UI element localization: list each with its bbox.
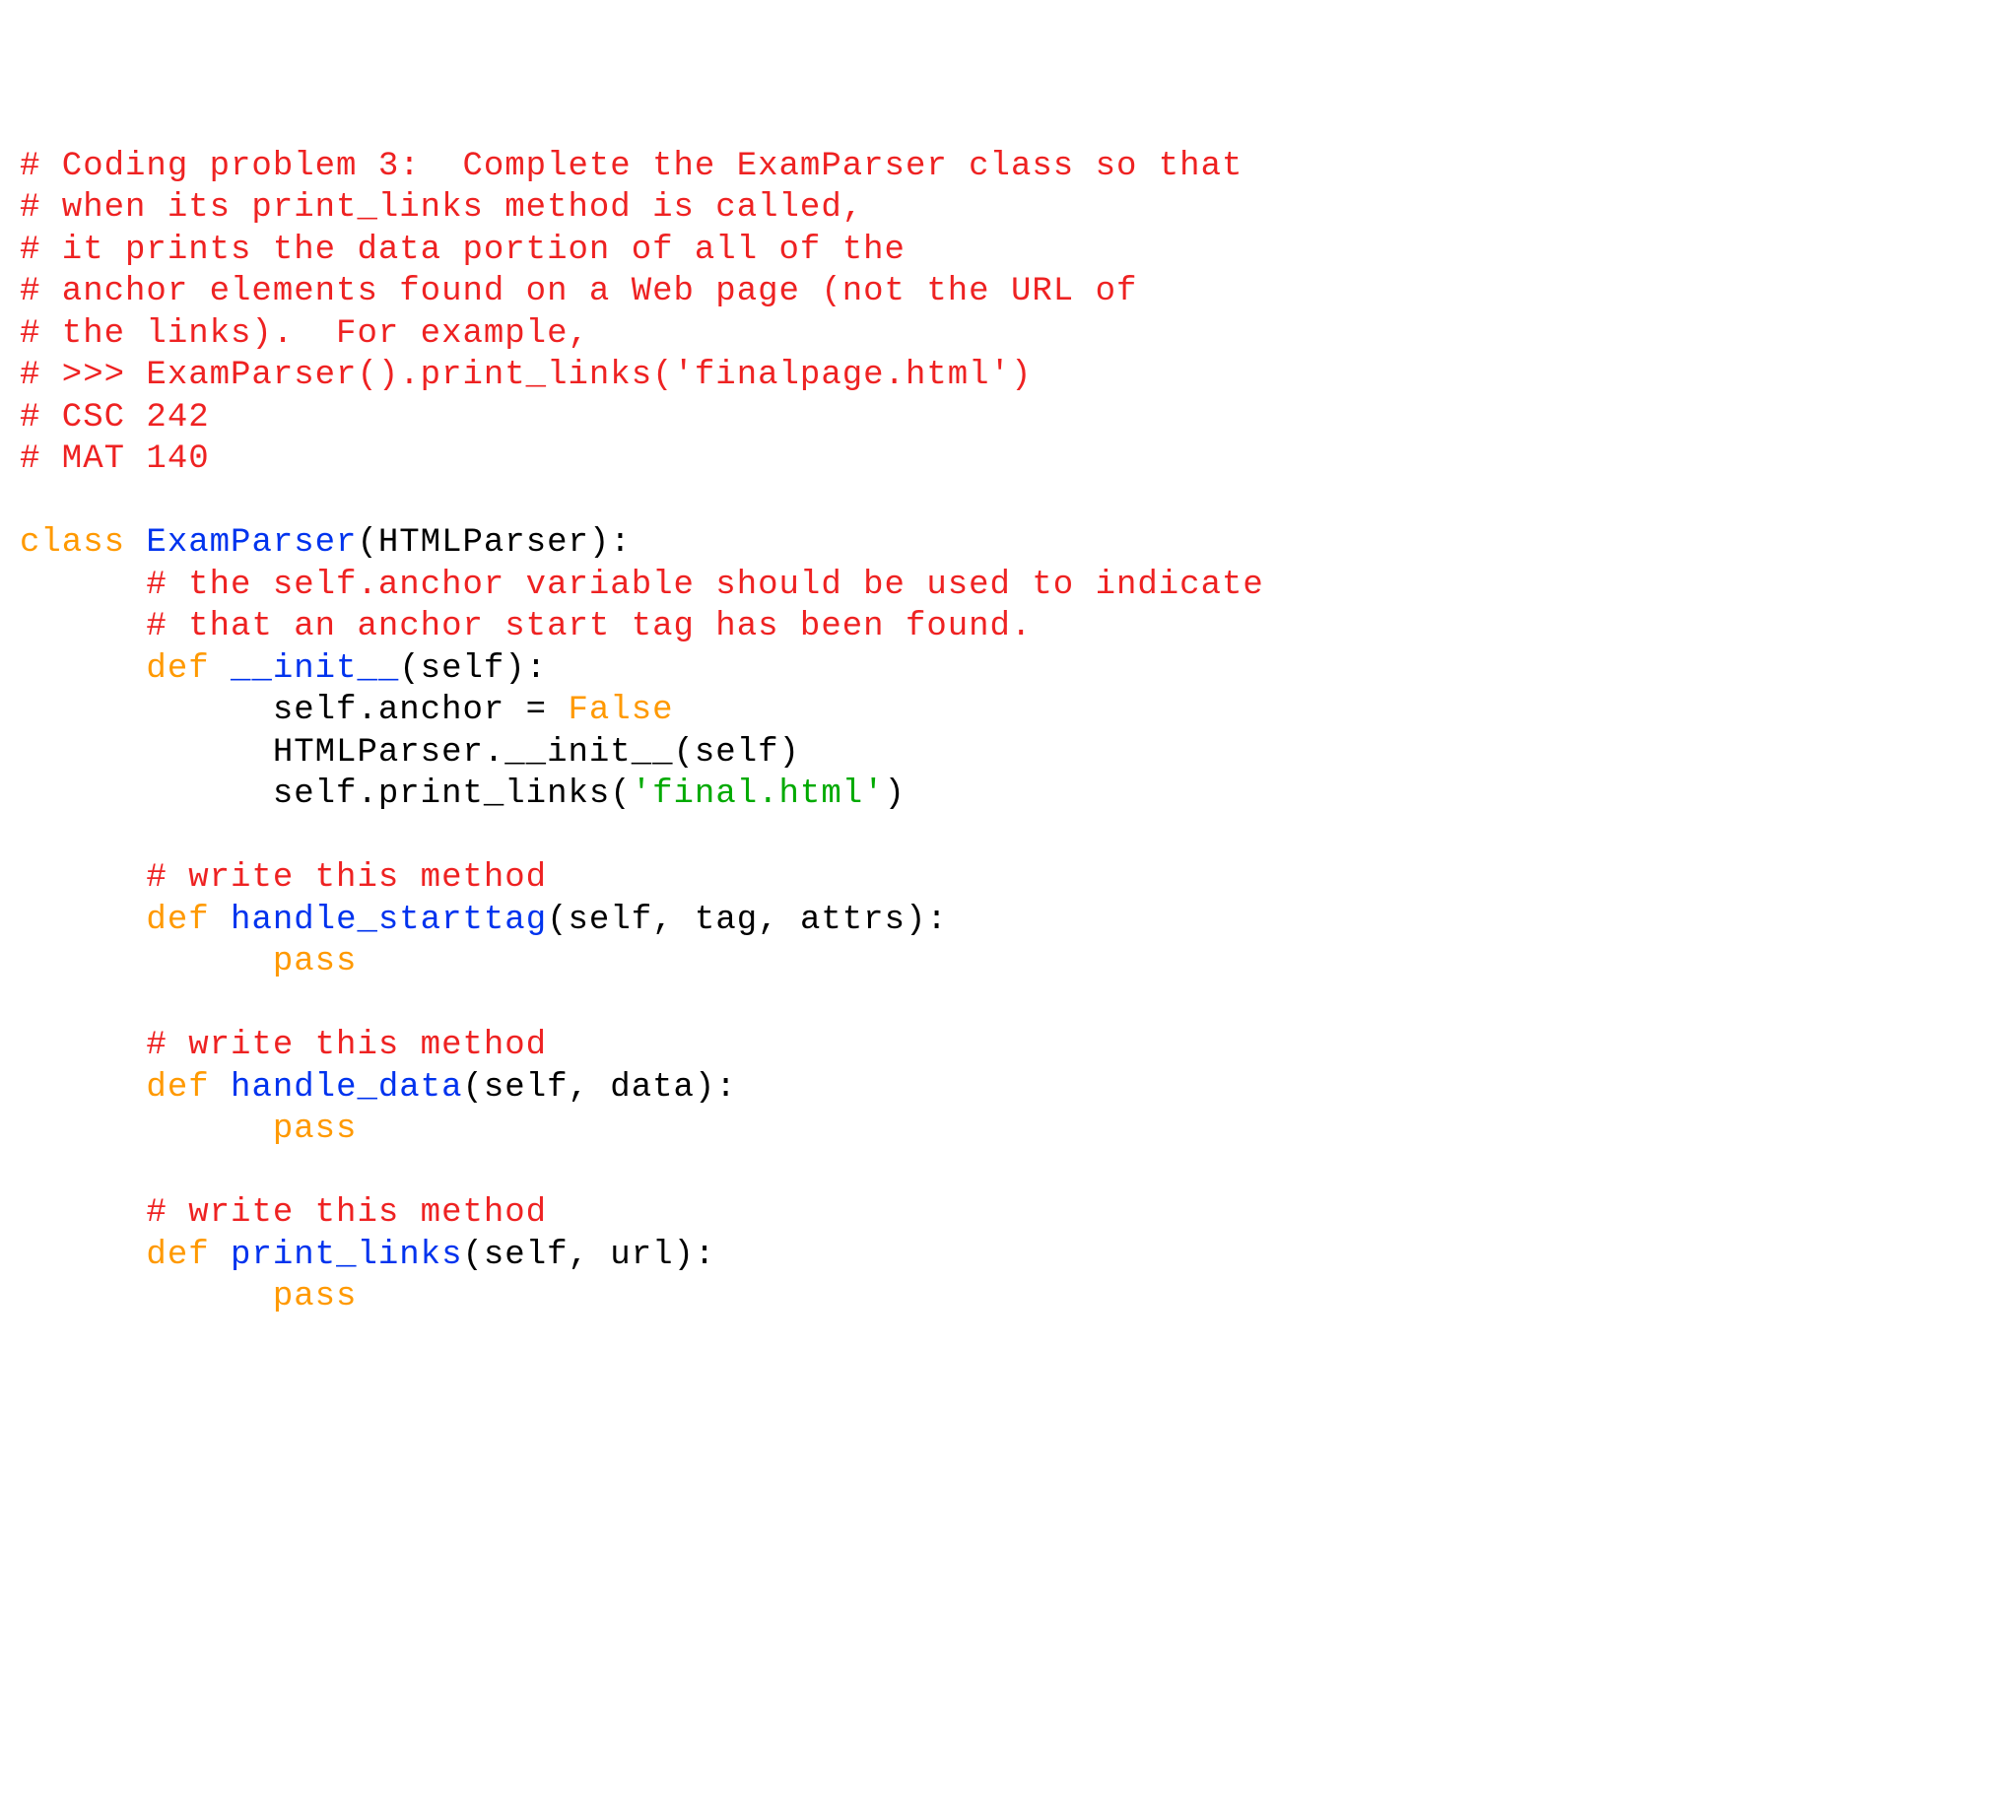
code-token: print_links — [231, 1237, 462, 1274]
code-line: pass — [20, 1276, 1996, 1318]
code-token: handle_starttag — [231, 902, 547, 939]
code-line: self.anchor = False — [20, 690, 1996, 732]
code-line: pass — [20, 941, 1996, 983]
code-line: def __init__(self): — [20, 648, 1996, 691]
code-token: # when its print_links method is called, — [20, 189, 863, 227]
code-line — [20, 1151, 1996, 1193]
code-line — [20, 816, 1996, 858]
code-token: pass — [273, 943, 358, 980]
code-line: # write this method — [20, 1192, 1996, 1235]
code-line: # CSC 242 — [20, 397, 1996, 439]
code-token: def — [146, 1069, 231, 1107]
code-token: # >>> ExamParser().print_links('finalpag… — [20, 357, 1032, 394]
code-token: handle_data — [231, 1069, 462, 1107]
code-token: self.print_links( — [20, 775, 632, 813]
code-line: # anchor elements found on a Web page (n… — [20, 271, 1996, 313]
code-line: # the links). For example, — [20, 313, 1996, 356]
code-line: # write this method — [20, 857, 1996, 900]
code-line: # Coding problem 3: Complete the ExamPar… — [20, 146, 1996, 188]
code-token: # write this method — [146, 1027, 547, 1064]
code-token — [20, 943, 273, 980]
code-token: def — [146, 650, 231, 688]
code-token — [20, 1027, 146, 1064]
code-token: pass — [273, 1111, 358, 1148]
code-token — [20, 1111, 273, 1148]
code-line: def print_links(self, url): — [20, 1235, 1996, 1277]
code-token — [20, 608, 146, 645]
code-token: pass — [273, 1278, 358, 1315]
code-block: # Coding problem 3: Complete the ExamPar… — [20, 146, 1996, 1318]
code-token — [20, 1278, 273, 1315]
code-token: # CSC 242 — [20, 399, 210, 437]
code-token: # that an anchor start tag has been foun… — [146, 608, 1032, 645]
code-line: # MAT 140 — [20, 438, 1996, 481]
code-token: 'final.html' — [632, 775, 885, 813]
code-token: (self, data): — [462, 1069, 736, 1107]
code-token: # Coding problem 3: Complete the ExamPar… — [20, 148, 1243, 185]
code-token: ) — [885, 775, 906, 813]
code-token: # write this method — [146, 859, 547, 897]
code-token: def — [146, 902, 231, 939]
code-line: def handle_starttag(self, tag, attrs): — [20, 900, 1996, 942]
code-token: class — [20, 524, 146, 562]
code-line: # when its print_links method is called, — [20, 187, 1996, 230]
code-line: pass — [20, 1109, 1996, 1151]
code-token: self.anchor = — [20, 692, 569, 729]
code-line: # write this method — [20, 1025, 1996, 1067]
code-token: (self, url): — [462, 1237, 715, 1274]
code-token — [20, 902, 146, 939]
code-token — [20, 567, 146, 604]
code-token: def — [146, 1237, 231, 1274]
code-token — [20, 1194, 146, 1232]
code-token: False — [569, 692, 674, 729]
code-token: ExamParser — [146, 524, 357, 562]
code-token: __init__ — [231, 650, 399, 688]
code-line: HTMLParser.__init__(self) — [20, 732, 1996, 775]
code-line: self.print_links('final.html') — [20, 774, 1996, 816]
code-token: # the self.anchor variable should be use… — [146, 567, 1263, 604]
code-token: # MAT 140 — [20, 440, 210, 478]
code-token: # write this method — [146, 1194, 547, 1232]
code-token: # the links). For example, — [20, 315, 589, 353]
code-line: # that an anchor start tag has been foun… — [20, 606, 1996, 648]
code-line: # it prints the data portion of all of t… — [20, 230, 1996, 272]
code-line: class ExamParser(HTMLParser): — [20, 522, 1996, 565]
code-line — [20, 983, 1996, 1026]
code-token: (self, tag, attrs): — [547, 902, 948, 939]
code-token: # anchor elements found on a Web page (n… — [20, 273, 1137, 310]
code-line: # >>> ExamParser().print_links('finalpag… — [20, 355, 1996, 397]
code-token — [20, 859, 146, 897]
code-token: # it prints the data portion of all of t… — [20, 232, 906, 269]
code-token — [20, 1069, 146, 1107]
code-token: (HTMLParser): — [357, 524, 631, 562]
code-token: (self): — [399, 650, 547, 688]
code-line: # the self.anchor variable should be use… — [20, 565, 1996, 607]
code-line: def handle_data(self, data): — [20, 1067, 1996, 1110]
code-token — [20, 650, 146, 688]
code-token — [20, 1237, 146, 1274]
code-token: HTMLParser.__init__(self) — [20, 734, 800, 772]
code-line — [20, 481, 1996, 523]
